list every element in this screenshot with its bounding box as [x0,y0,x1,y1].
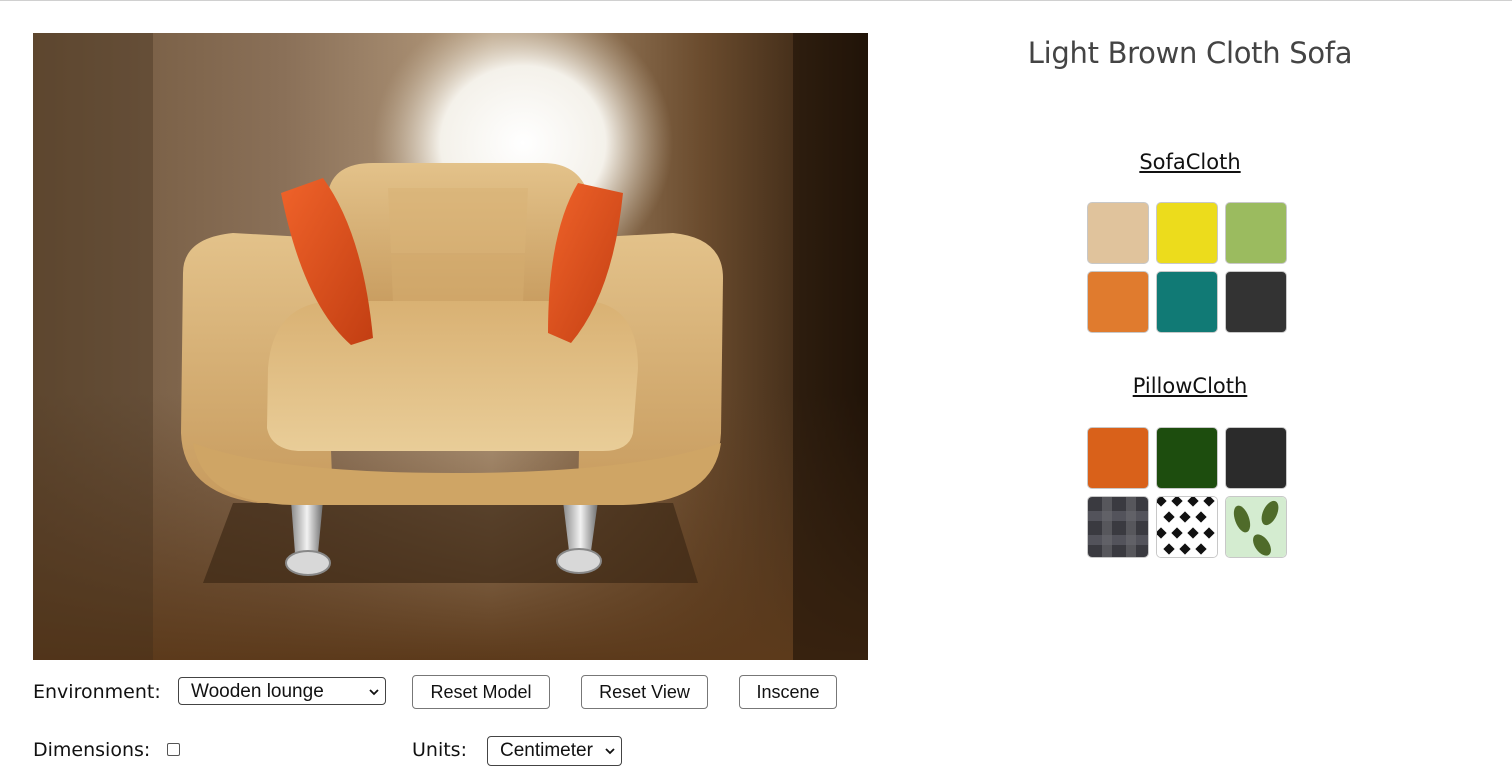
chevron-down-icon [605,748,615,755]
environment-label: Environment: [33,681,161,703]
sofa-swatch-teal[interactable] [1156,271,1218,333]
pillow-swatch-checker-pattern[interactable] [1156,496,1218,558]
sofa-swatch-orange[interactable] [1087,271,1149,333]
product-title: Light Brown Cloth Sofa [1027,36,1353,70]
dimensions-label: Dimensions: [33,739,151,761]
units-select-value: Centimeter [500,740,593,761]
pillow-swatch-dark-green[interactable] [1156,427,1218,489]
pillow-swatch-plaid-pattern[interactable] [1087,496,1149,558]
sofa-swatch-green[interactable] [1225,202,1287,264]
sofa-swatch-beige[interactable] [1087,202,1149,264]
units-select[interactable]: Centimeter [487,736,622,766]
environment-select[interactable]: Wooden lounge [178,677,386,705]
top-divider [0,0,1512,1]
3d-viewer[interactable] [33,33,868,660]
sofa-cloth-title: SofaCloth [1139,150,1241,174]
pillow-swatch-charcoal[interactable] [1225,427,1287,489]
reset-model-button[interactable]: Reset Model [412,675,550,709]
units-label: Units: [412,739,467,761]
pillow-swatch-orange[interactable] [1087,427,1149,489]
pillow-cloth-title: PillowCloth [1132,374,1248,398]
environment-select-value: Wooden lounge [191,681,324,702]
reset-view-button[interactable]: Reset View [581,675,708,709]
sofa-swatch-yellow[interactable] [1156,202,1218,264]
dimensions-checkbox[interactable] [167,743,180,756]
inscene-button[interactable]: Inscene [739,675,837,709]
sofa-swatch-charcoal[interactable] [1225,271,1287,333]
chevron-down-icon [369,689,379,696]
pillow-swatch-leaf-pattern[interactable] [1225,496,1287,558]
